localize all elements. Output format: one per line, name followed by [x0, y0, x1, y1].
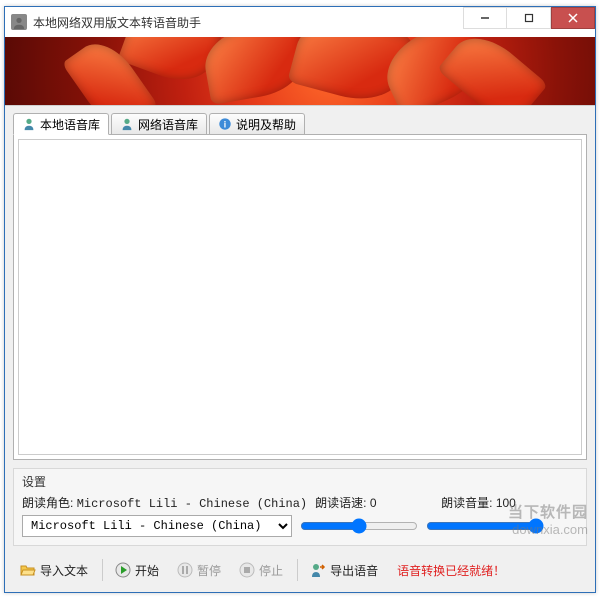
- banner-image: [5, 37, 595, 105]
- titlebar: 本地网络双用版文本转语音助手: [5, 7, 595, 37]
- button-label: 停止: [259, 562, 283, 579]
- window-controls: [463, 7, 595, 29]
- close-button[interactable]: [551, 7, 595, 29]
- separator: [297, 559, 298, 581]
- settings-title: 设置: [22, 473, 578, 490]
- tab-label: 本地语音库: [40, 116, 100, 133]
- minimize-button[interactable]: [463, 7, 507, 29]
- tab-help[interactable]: i 说明及帮助: [209, 113, 305, 135]
- info-icon: i: [218, 117, 232, 131]
- export-audio-button[interactable]: 导出语音: [303, 556, 387, 584]
- tab-label: 网络语音库: [138, 116, 198, 133]
- tab-local-voice[interactable]: 本地语音库: [13, 113, 109, 135]
- app-icon: [11, 14, 27, 30]
- person-export-icon: [310, 562, 326, 578]
- volume-label: 朗读音量: 100: [441, 494, 559, 511]
- svg-text:i: i: [224, 120, 226, 130]
- tab-bar: 本地语音库 网络语音库 i 说明及帮助: [13, 110, 587, 134]
- import-text-button[interactable]: 导入文本: [13, 556, 97, 584]
- play-icon: [115, 562, 131, 578]
- person-icon: [120, 117, 134, 131]
- maximize-button[interactable]: [507, 7, 551, 29]
- toolbar: 导入文本 开始 暂停 停止: [13, 552, 587, 584]
- volume-slider[interactable]: [426, 517, 544, 535]
- content-area: 本地语音库 网络语音库 i 说明及帮助 设置 朗读角色:: [5, 105, 595, 592]
- text-input[interactable]: [18, 139, 582, 455]
- app-window: 本地网络双用版文本转语音助手 本地语音库: [4, 6, 596, 593]
- stop-button[interactable]: 停止: [232, 556, 292, 584]
- stop-icon: [239, 562, 255, 578]
- tab-label: 说明及帮助: [236, 116, 296, 133]
- separator: [102, 559, 103, 581]
- person-icon: [22, 117, 36, 131]
- button-label: 导入文本: [40, 562, 88, 579]
- speed-slider[interactable]: [300, 517, 418, 535]
- settings-panel: 设置 朗读角色: Microsoft Lili - Chinese (China…: [13, 468, 587, 546]
- window-title: 本地网络双用版文本转语音助手: [33, 14, 463, 31]
- button-label: 暂停: [197, 562, 221, 579]
- status-text: 语音转换已经就绪！: [397, 562, 505, 579]
- voice-select[interactable]: Microsoft Lili - Chinese (China): [22, 515, 292, 537]
- voice-label: 朗读角色: Microsoft Lili - Chinese (China): [22, 494, 307, 511]
- start-button[interactable]: 开始: [108, 556, 168, 584]
- speed-label: 朗读语速: 0: [315, 494, 433, 511]
- pause-button[interactable]: 暂停: [170, 556, 230, 584]
- text-input-panel: [13, 134, 587, 460]
- button-label: 开始: [135, 562, 159, 579]
- button-label: 导出语音: [330, 562, 378, 579]
- tab-network-voice[interactable]: 网络语音库: [111, 113, 207, 135]
- pause-icon: [177, 562, 193, 578]
- folder-open-icon: [20, 562, 36, 578]
